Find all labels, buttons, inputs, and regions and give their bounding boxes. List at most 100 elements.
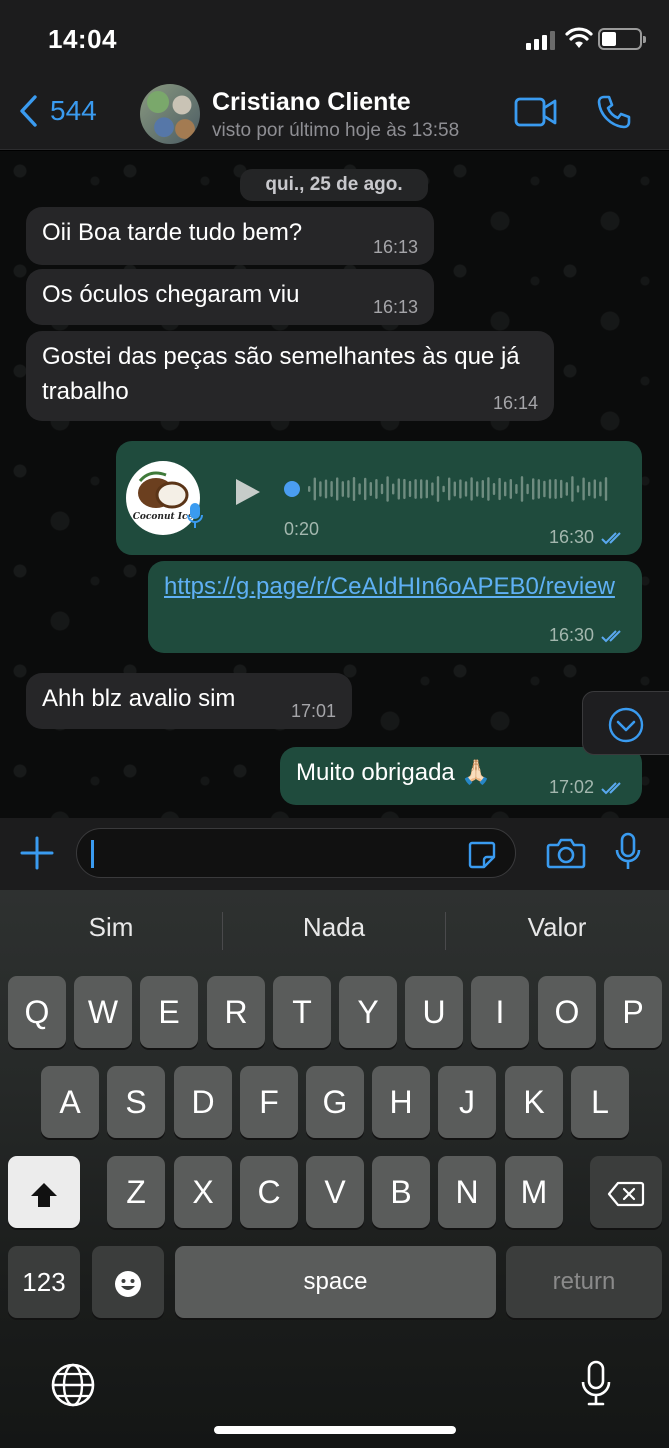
key-i[interactable]: I [471, 976, 529, 1048]
incoming-message[interactable]: Oii Boa tarde tudo bem? 16:13 [26, 207, 434, 265]
waveform-bar [543, 480, 546, 498]
phone-call-icon[interactable] [596, 94, 632, 130]
contact-avatar[interactable] [140, 84, 200, 144]
waveform-bar [604, 477, 608, 501]
key-a[interactable]: A [41, 1066, 99, 1138]
key-d[interactable]: D [174, 1066, 232, 1138]
status-time: 14:04 [48, 24, 117, 54]
outgoing-message[interactable]: https://g.page/r/CeAIdHIn6oAPEB0/review … [148, 561, 642, 653]
waveform-bar [520, 476, 524, 502]
message-text: Gostei das peças são semelhantes às que … [42, 343, 520, 405]
return-key[interactable]: return [506, 1246, 662, 1318]
key-p[interactable]: P [604, 976, 662, 1048]
scroll-to-bottom-button[interactable] [582, 691, 669, 755]
waveform-bar [571, 476, 574, 502]
key-k[interactable]: K [505, 1066, 563, 1138]
waveform-bar [526, 483, 529, 495]
waveform-bar [576, 485, 580, 493]
incoming-message[interactable]: Gostei das peças são semelhantes às que … [26, 331, 554, 421]
waveform-bar [431, 482, 434, 496]
key-b[interactable]: B [372, 1156, 430, 1228]
waveform-bar [599, 481, 602, 497]
key-m[interactable]: M [505, 1156, 563, 1228]
mic-badge-icon [187, 503, 203, 528]
key-f[interactable]: F [240, 1066, 298, 1138]
suggestion[interactable]: Valor [446, 912, 668, 943]
waveform-bar [487, 477, 490, 501]
message-time: 17:02 [549, 777, 626, 797]
contact-last-seen: visto por último hoje às 13:58 [212, 120, 460, 141]
contact-name[interactable]: Cristiano Cliente [212, 88, 411, 117]
waveform-bar [509, 479, 512, 499]
message-time-text: 17:02 [548, 777, 594, 797]
waveform-bar [560, 479, 563, 499]
waveform-bar [548, 479, 552, 499]
key-v[interactable]: V [306, 1156, 364, 1228]
waveform-bar [414, 479, 417, 499]
outgoing-message[interactable]: Muito obrigada 🙏🏻 17:02 [280, 747, 642, 805]
shift-icon [31, 1182, 57, 1207]
back-button[interactable]: 544 [18, 94, 97, 128]
key-g[interactable]: G [306, 1066, 364, 1138]
cellular-signal-icon [526, 30, 558, 50]
message-text: Oii Boa tarde tudo bem? [42, 219, 303, 246]
waveform-bar [336, 477, 339, 501]
waveform-bar [532, 478, 535, 500]
svg-text:Coconut Ice: Coconut Ice [133, 512, 194, 522]
message-text: Ahh blz avalio sim [42, 685, 236, 712]
waveform-bar [392, 483, 395, 495]
delete-key[interactable] [590, 1156, 662, 1228]
key-l[interactable]: L [571, 1066, 629, 1138]
waveform-bar [330, 481, 333, 497]
waveform-bar [470, 477, 473, 501]
waveform-bar [341, 481, 344, 497]
incoming-message[interactable]: Os óculos chegaram viu 16:13 [26, 269, 434, 325]
key-e[interactable]: E [140, 976, 198, 1048]
key-t[interactable]: T [273, 976, 331, 1048]
audio-waveform[interactable] [284, 471, 614, 507]
space-key[interactable]: space [175, 1246, 496, 1318]
waveform-bar [442, 485, 445, 493]
shift-key[interactable] [8, 1156, 80, 1228]
waveform-bar [358, 483, 361, 495]
key-z[interactable]: Z [107, 1156, 165, 1228]
waveform-bar [369, 481, 372, 497]
key-r[interactable]: R [207, 976, 265, 1048]
key-n[interactable]: N [438, 1156, 496, 1228]
key-x[interactable]: X [174, 1156, 232, 1228]
plus-icon[interactable] [18, 834, 56, 872]
message-time: 16:13 [372, 297, 418, 317]
message-link[interactable]: https://g.page/r/CeAIdHIn6oAPEB0/review [164, 569, 624, 604]
emoji-key[interactable] [92, 1246, 164, 1318]
sticker-icon[interactable] [467, 840, 497, 870]
chevron-left-icon [20, 95, 37, 127]
key-s[interactable]: S [107, 1066, 165, 1138]
message-list[interactable]: qui., 25 de ago. Oii Boa tarde tudo bem?… [0, 151, 669, 818]
read-receipt-icon [601, 782, 621, 795]
key-o[interactable]: O [538, 976, 596, 1048]
key-j[interactable]: J [438, 1066, 496, 1138]
key-h[interactable]: H [372, 1066, 430, 1138]
key-y[interactable]: Y [339, 976, 397, 1048]
message-time-text: 16:30 [548, 527, 594, 547]
dictation-icon[interactable] [580, 1360, 612, 1408]
waveform-bar [554, 479, 557, 499]
camera-icon[interactable] [546, 836, 586, 870]
microphone-icon[interactable] [614, 832, 642, 872]
waveform-bar [380, 483, 384, 495]
composer-bar [0, 818, 669, 890]
incoming-message[interactable]: Ahh blz avalio sim 17:01 [26, 673, 352, 729]
outgoing-voice-message[interactable]: Coconut Ice 0:20 16:30 [116, 441, 642, 555]
key-w[interactable]: W [74, 976, 132, 1048]
suggestion[interactable]: Sim [0, 912, 222, 943]
message-input[interactable] [76, 828, 516, 878]
globe-icon[interactable] [50, 1362, 96, 1408]
key-c[interactable]: C [240, 1156, 298, 1228]
play-icon[interactable] [232, 477, 262, 507]
waveform-bar [481, 479, 484, 499]
video-call-icon[interactable] [514, 96, 558, 128]
suggestion[interactable]: Nada [223, 912, 445, 943]
key-q[interactable]: Q [8, 976, 66, 1048]
numbers-key[interactable]: 123 [8, 1246, 80, 1318]
key-u[interactable]: U [405, 976, 463, 1048]
